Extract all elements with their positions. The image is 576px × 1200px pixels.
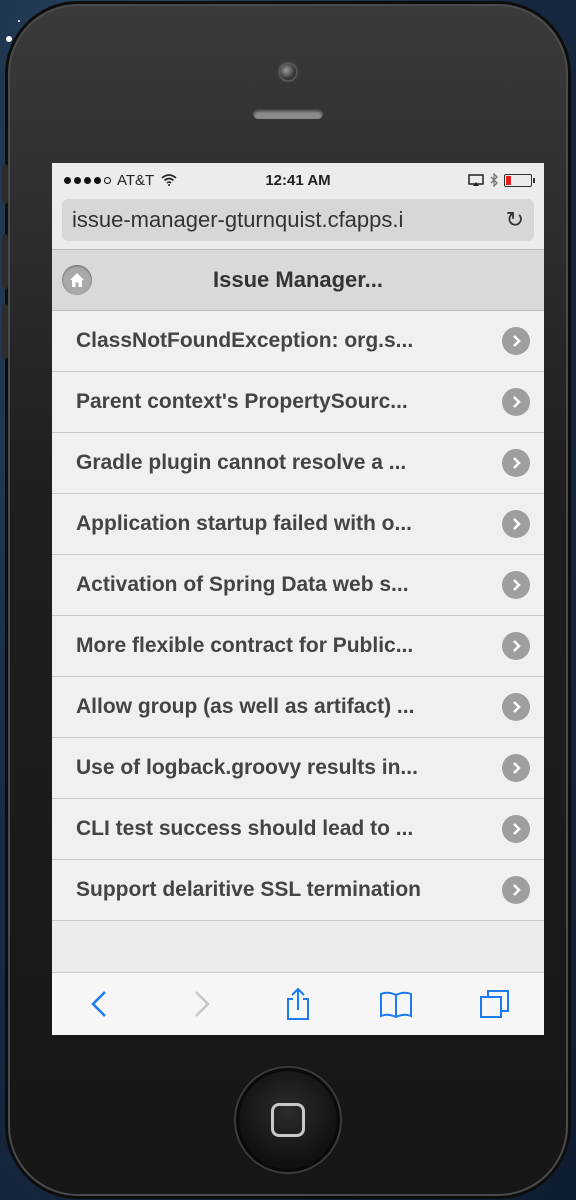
carrier-name: AT&T bbox=[117, 171, 155, 189]
earpiece-speaker bbox=[253, 109, 323, 119]
signal-dot-icon bbox=[74, 176, 81, 184]
volume-down-button bbox=[2, 304, 8, 359]
chevron-right-icon bbox=[502, 632, 530, 660]
issue-list-item[interactable]: Activation of Spring Data web s... bbox=[52, 555, 544, 616]
home-icon[interactable] bbox=[62, 265, 92, 295]
issue-list-item[interactable]: Support delaritive SSL termination bbox=[52, 860, 544, 921]
chevron-right-icon bbox=[502, 876, 530, 904]
chevron-right-icon bbox=[502, 815, 530, 843]
issue-title: Support delaritive SSL termination bbox=[76, 878, 422, 901]
issue-list-item[interactable]: Use of logback.groovy results in... bbox=[52, 738, 544, 799]
chevron-right-icon bbox=[502, 388, 530, 416]
issue-list-item[interactable]: More flexible contract for Public... bbox=[52, 616, 544, 677]
background-star bbox=[6, 36, 12, 42]
signal-dot-icon bbox=[94, 176, 101, 184]
tabs-icon[interactable] bbox=[475, 984, 515, 1024]
issue-title: CLI test success should lead to ... bbox=[76, 817, 414, 840]
issue-title: Use of logback.groovy results in... bbox=[76, 756, 418, 779]
chevron-right-icon bbox=[502, 510, 530, 538]
issue-list-item[interactable]: Parent context's PropertySourc... bbox=[52, 372, 544, 433]
issue-title: Parent context's PropertySourc... bbox=[76, 390, 408, 413]
signal-dot-icon bbox=[84, 176, 91, 184]
forward-icon[interactable] bbox=[180, 984, 220, 1024]
phone-screen: AT&T 12:41 AM issue-manager-gturnquist.c… bbox=[52, 163, 544, 1035]
chevron-right-icon bbox=[502, 754, 530, 782]
mute-switch bbox=[2, 164, 8, 204]
battery-icon bbox=[504, 173, 535, 187]
chevron-right-icon bbox=[502, 571, 530, 599]
issue-title: More flexible contract for Public... bbox=[76, 634, 414, 657]
bookmarks-icon[interactable] bbox=[376, 984, 416, 1024]
issue-title: ClassNotFoundException: org.s... bbox=[76, 329, 414, 352]
issue-list-item[interactable]: Allow group (as well as artifact) ... bbox=[52, 677, 544, 738]
url-text: issue-manager-gturnquist.cfapps.i bbox=[72, 207, 404, 232]
issue-list-item[interactable]: CLI test success should lead to ... bbox=[52, 799, 544, 860]
page-title: Issue Manager... bbox=[213, 267, 383, 292]
page-header: Issue Manager... bbox=[52, 249, 544, 311]
back-icon[interactable] bbox=[81, 984, 121, 1024]
front-camera bbox=[278, 62, 298, 82]
issue-title: Gradle plugin cannot resolve a ... bbox=[76, 451, 407, 474]
chevron-right-icon bbox=[502, 449, 530, 477]
chevron-right-icon bbox=[502, 327, 530, 355]
issue-list-item[interactable]: Gradle plugin cannot resolve a ... bbox=[52, 433, 544, 494]
background-star bbox=[18, 20, 20, 22]
issue-list-item[interactable]: ClassNotFoundException: org.s... bbox=[52, 311, 544, 372]
status-bar: AT&T 12:41 AM bbox=[52, 163, 544, 197]
signal-dot-icon bbox=[104, 176, 111, 184]
issue-list-item[interactable]: Application startup failed with o... bbox=[52, 494, 544, 555]
issue-title: Application startup failed with o... bbox=[76, 512, 413, 535]
chevron-right-icon bbox=[502, 693, 530, 721]
bluetooth-icon bbox=[490, 173, 498, 187]
issue-title: Allow group (as well as artifact) ... bbox=[76, 695, 415, 718]
home-button-square-icon bbox=[271, 1103, 305, 1137]
signal-dot-icon bbox=[64, 176, 71, 184]
issue-list: ClassNotFoundException: org.s... Parent … bbox=[52, 311, 544, 921]
wifi-icon bbox=[161, 174, 177, 186]
issue-title: Activation of Spring Data web s... bbox=[76, 573, 409, 596]
airplay-icon bbox=[468, 173, 484, 186]
address-bar[interactable]: issue-manager-gturnquist.cfapps.i ↻ bbox=[62, 199, 534, 241]
reload-icon[interactable]: ↻ bbox=[506, 207, 524, 233]
browser-toolbar bbox=[52, 972, 544, 1035]
home-button[interactable] bbox=[236, 1068, 340, 1172]
signal-strength: AT&T bbox=[64, 172, 177, 189]
volume-up-button bbox=[2, 234, 8, 289]
share-icon[interactable] bbox=[278, 984, 318, 1024]
